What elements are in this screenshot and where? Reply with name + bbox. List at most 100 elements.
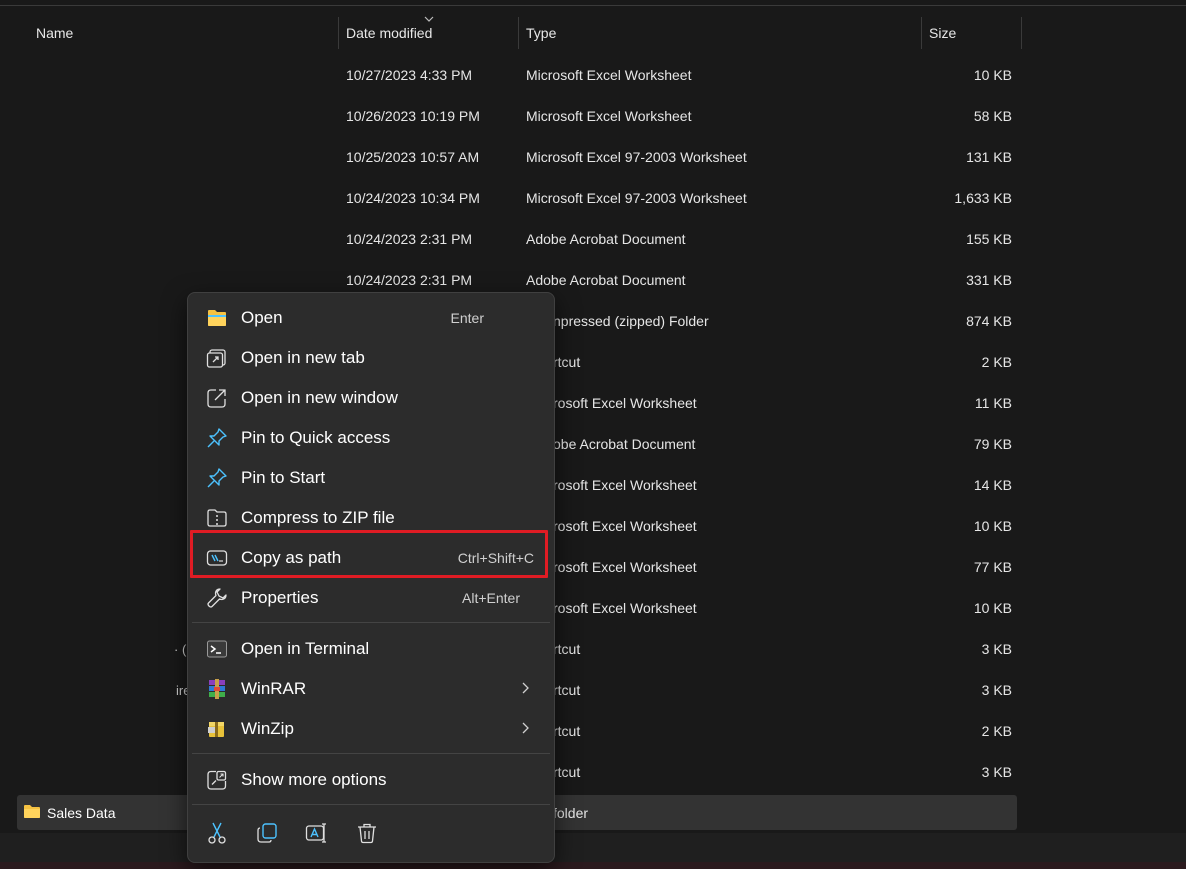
folder-name: Sales Data	[47, 805, 116, 821]
menu-item-winzip[interactable]: WinZip	[192, 709, 550, 747]
file-size: 1,633 KB	[954, 190, 1012, 206]
menu-separator	[192, 622, 550, 623]
file-row[interactable]: 10/24/2023 2:31 PM Adobe Acrobat Documen…	[0, 260, 1186, 301]
column-header-bar: Name Date modified Type Size	[0, 13, 1186, 53]
chevron-right-icon	[522, 722, 529, 734]
file-row[interactable]: rtcut 3 KB	[0, 752, 1186, 793]
pin-icon	[207, 428, 227, 448]
file-row[interactable]: rosoft Excel Worksheet 10 KB	[0, 506, 1186, 547]
menu-item-label: Open in new window	[241, 388, 398, 407]
file-type: rosoft Excel Worksheet	[553, 477, 697, 493]
file-type: rtcut	[553, 641, 581, 657]
folder-type: folder	[553, 805, 589, 821]
file-row[interactable]: 10/25/2023 10:57 AM Microsoft Excel 97-2…	[0, 137, 1186, 178]
file-row[interactable]: rosoft Excel Worksheet 77 KB	[0, 547, 1186, 588]
file-type: rosoft Excel Worksheet	[553, 518, 697, 534]
winzip-icon	[208, 722, 224, 737]
new-tab-icon	[206, 349, 226, 368]
file-type: rtcut	[553, 764, 581, 780]
top-divider	[0, 5, 1186, 6]
delete-icon[interactable]	[355, 821, 379, 845]
file-row[interactable]: rtcut 2 KB	[0, 711, 1186, 752]
file-type: rosoft Excel Worksheet	[553, 395, 697, 411]
file-size: 10 KB	[973, 518, 1012, 534]
menu-item-open[interactable]: Open Enter	[192, 298, 550, 336]
file-row[interactable]: rosoft Excel Worksheet 10 KB	[0, 588, 1186, 629]
file-date: 10/24/2023 10:34 PM	[346, 190, 480, 206]
file-date: 10/26/2023 10:19 PM	[346, 108, 480, 124]
file-type: obe Acrobat Document	[553, 436, 696, 452]
column-header-date-modified[interactable]: Date modified	[346, 13, 432, 49]
chevron-right-icon	[522, 682, 529, 694]
file-size: 874 KB	[966, 313, 1012, 329]
column-divider[interactable]	[338, 17, 339, 49]
column-divider[interactable]	[518, 17, 519, 49]
highlight-box	[190, 530, 548, 578]
taskbar-edge	[0, 862, 1186, 869]
column-header-size[interactable]: Size	[929, 13, 956, 49]
menu-item-pin-to-quick-access[interactable]: Pin to Quick access	[192, 418, 550, 456]
file-size: 2 KB	[981, 723, 1012, 739]
truncated-file-name: · (	[174, 642, 187, 657]
menu-item-label: WinZip	[241, 719, 294, 738]
file-row[interactable]: 10/27/2023 4:33 PM Microsoft Excel Works…	[0, 55, 1186, 96]
file-row[interactable]: npressed (zipped) Folder 874 KB	[0, 301, 1186, 342]
cut-icon[interactable]	[205, 821, 229, 845]
file-row[interactable]: 10/24/2023 2:31 PM Adobe Acrobat Documen…	[0, 219, 1186, 260]
quick-actions-bar	[188, 808, 554, 858]
file-size: 79 KB	[973, 436, 1012, 452]
file-size: 155 KB	[966, 231, 1012, 247]
file-row[interactable]: 10/24/2023 10:34 PM Microsoft Excel 97-2…	[0, 178, 1186, 219]
file-row[interactable]: rtcut 2 KB	[0, 342, 1186, 383]
file-size: 131 KB	[966, 149, 1012, 165]
file-type: rosoft Excel Worksheet	[553, 600, 697, 616]
menu-item-label: Show more options	[241, 770, 387, 789]
rename-icon[interactable]	[305, 821, 329, 845]
file-size: 58 KB	[973, 108, 1012, 124]
winrar-icon	[209, 679, 225, 699]
menu-item-properties[interactable]: Properties Alt+Enter	[192, 578, 550, 616]
menu-item-open-in-terminal[interactable]: Open in Terminal	[192, 629, 550, 667]
file-type: rtcut	[553, 682, 581, 698]
file-date: 10/25/2023 10:57 AM	[346, 149, 480, 165]
file-type: Microsoft Excel 97-2003 Worksheet	[526, 149, 747, 165]
file-date: 10/27/2023 4:33 PM	[346, 67, 473, 83]
folder-icon	[24, 805, 40, 818]
file-row[interactable]: rosoft Excel Worksheet 14 KB	[0, 465, 1186, 506]
file-size: 3 KB	[981, 682, 1012, 698]
column-divider[interactable]	[921, 17, 922, 49]
menu-separator	[192, 753, 550, 754]
menu-item-shortcut: Enter	[450, 310, 484, 326]
menu-item-winrar[interactable]: WinRAR	[192, 669, 550, 707]
file-size: 2 KB	[981, 354, 1012, 370]
file-size: 11 KB	[974, 395, 1012, 411]
menu-item-pin-to-start[interactable]: Pin to Start	[192, 458, 550, 496]
file-date: 10/24/2023 2:31 PM	[346, 231, 473, 247]
menu-item-label: Properties	[241, 588, 319, 607]
menu-item-label: Pin to Quick access	[241, 428, 391, 447]
pin-icon	[207, 468, 227, 488]
file-size: 331 KB	[966, 272, 1012, 288]
file-date: 10/24/2023 2:31 PM	[346, 272, 473, 288]
menu-item-label: Open in new tab	[241, 348, 365, 367]
file-size: 10 KB	[973, 600, 1012, 616]
column-header-type[interactable]: Type	[526, 13, 556, 49]
copy-icon[interactable]	[255, 821, 279, 845]
terminal-icon	[207, 640, 227, 658]
menu-item-label: Compress to ZIP file	[241, 508, 395, 527]
file-type: Adobe Acrobat Document	[526, 272, 686, 288]
file-row[interactable]: obe Acrobat Document 79 KB	[0, 424, 1186, 465]
menu-item-show-more-options[interactable]: Show more options	[192, 760, 550, 798]
column-header-name[interactable]: Name	[36, 13, 73, 49]
menu-item-shortcut: Alt+Enter	[462, 590, 520, 606]
file-size: 3 KB	[981, 641, 1012, 657]
file-type: Microsoft Excel Worksheet	[526, 67, 692, 83]
file-type: rtcut	[553, 354, 581, 370]
menu-item-label: Pin to Start	[241, 468, 326, 487]
menu-item-open-in-new-tab[interactable]: Open in new tab	[192, 338, 550, 376]
file-size: 10 KB	[973, 67, 1012, 83]
menu-item-open-in-new-window[interactable]: Open in new window	[192, 378, 550, 416]
file-row[interactable]: 10/26/2023 10:19 PM Microsoft Excel Work…	[0, 96, 1186, 137]
column-divider[interactable]	[1021, 17, 1022, 49]
file-row[interactable]: rosoft Excel Worksheet 11 KB	[0, 383, 1186, 424]
